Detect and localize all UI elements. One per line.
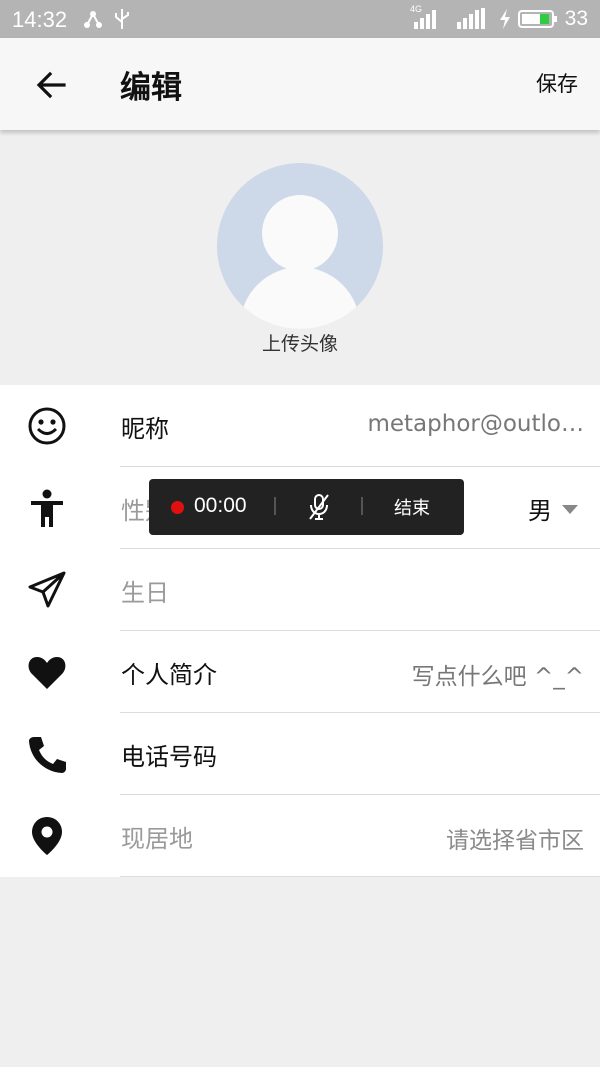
gender-value[interactable]: 男 (528, 491, 552, 526)
separator (274, 497, 276, 515)
birthday-label: 生日 (121, 579, 169, 607)
default-avatar-icon[interactable] (217, 163, 383, 329)
nickname-value: metaphor@outlo… (367, 411, 584, 437)
record-dot-icon (171, 501, 184, 514)
usb-icon (115, 9, 129, 29)
upload-avatar-label[interactable]: 上传头像 (0, 329, 600, 356)
nickname-row[interactable]: 昵称 metaphor@outlo… (0, 385, 600, 467)
avatar-head (262, 195, 338, 271)
location-pin-icon (32, 817, 62, 855)
record-timer: 00:00 (194, 494, 247, 517)
phone-icon (29, 737, 66, 773)
divider (120, 876, 600, 877)
signal-icon (414, 10, 436, 29)
save-button[interactable]: 保存 (536, 68, 578, 98)
separator (361, 497, 363, 515)
signal-icon-2 (457, 8, 485, 29)
battery-icon (518, 10, 557, 28)
screen-recorder-bar: 00:00 结束 (149, 479, 464, 535)
profile-field-list: 昵称 metaphor@outlo… 性别 男 生日 个人简介 写点什么吧 ^_… (0, 385, 600, 877)
phone-row[interactable]: 电话号码 (0, 713, 600, 795)
arrow-left-icon[interactable] (30, 64, 72, 106)
share-icon (84, 11, 102, 28)
phone-label: 电话号码 (121, 743, 217, 771)
page-title: 编辑 (120, 70, 182, 106)
charging-icon (500, 9, 510, 29)
birthday-row[interactable]: 生日 (0, 549, 600, 631)
heart-icon (28, 657, 66, 689)
avatar-body (240, 267, 360, 329)
bio-label: 个人简介 (121, 661, 217, 689)
battery-fill (540, 14, 549, 24)
chevron-down-icon[interactable] (562, 505, 578, 514)
status-bar: 14:32 4G 33 (0, 0, 600, 38)
mic-off-icon[interactable] (308, 493, 330, 521)
battery-percent: 33 (564, 7, 588, 30)
person-icon (31, 489, 63, 527)
bio-row[interactable]: 个人简介 写点什么吧 ^_^ (0, 631, 600, 713)
smiley-icon (28, 407, 66, 445)
bio-value: 写点什么吧 ^_^ (411, 664, 584, 690)
app-toolbar: 编辑 保存 (0, 38, 600, 130)
location-label: 现居地 (121, 825, 193, 853)
paper-plane-icon (28, 571, 66, 608)
location-value[interactable]: 请选择省市区 (446, 821, 584, 855)
status-time: 14:32 (12, 7, 68, 32)
nickname-label: 昵称 (121, 415, 169, 443)
avatar-section: 上传头像 (0, 130, 600, 385)
end-recording-button[interactable]: 结束 (394, 494, 430, 520)
location-row[interactable]: 现居地 请选择省市区 (0, 795, 600, 877)
